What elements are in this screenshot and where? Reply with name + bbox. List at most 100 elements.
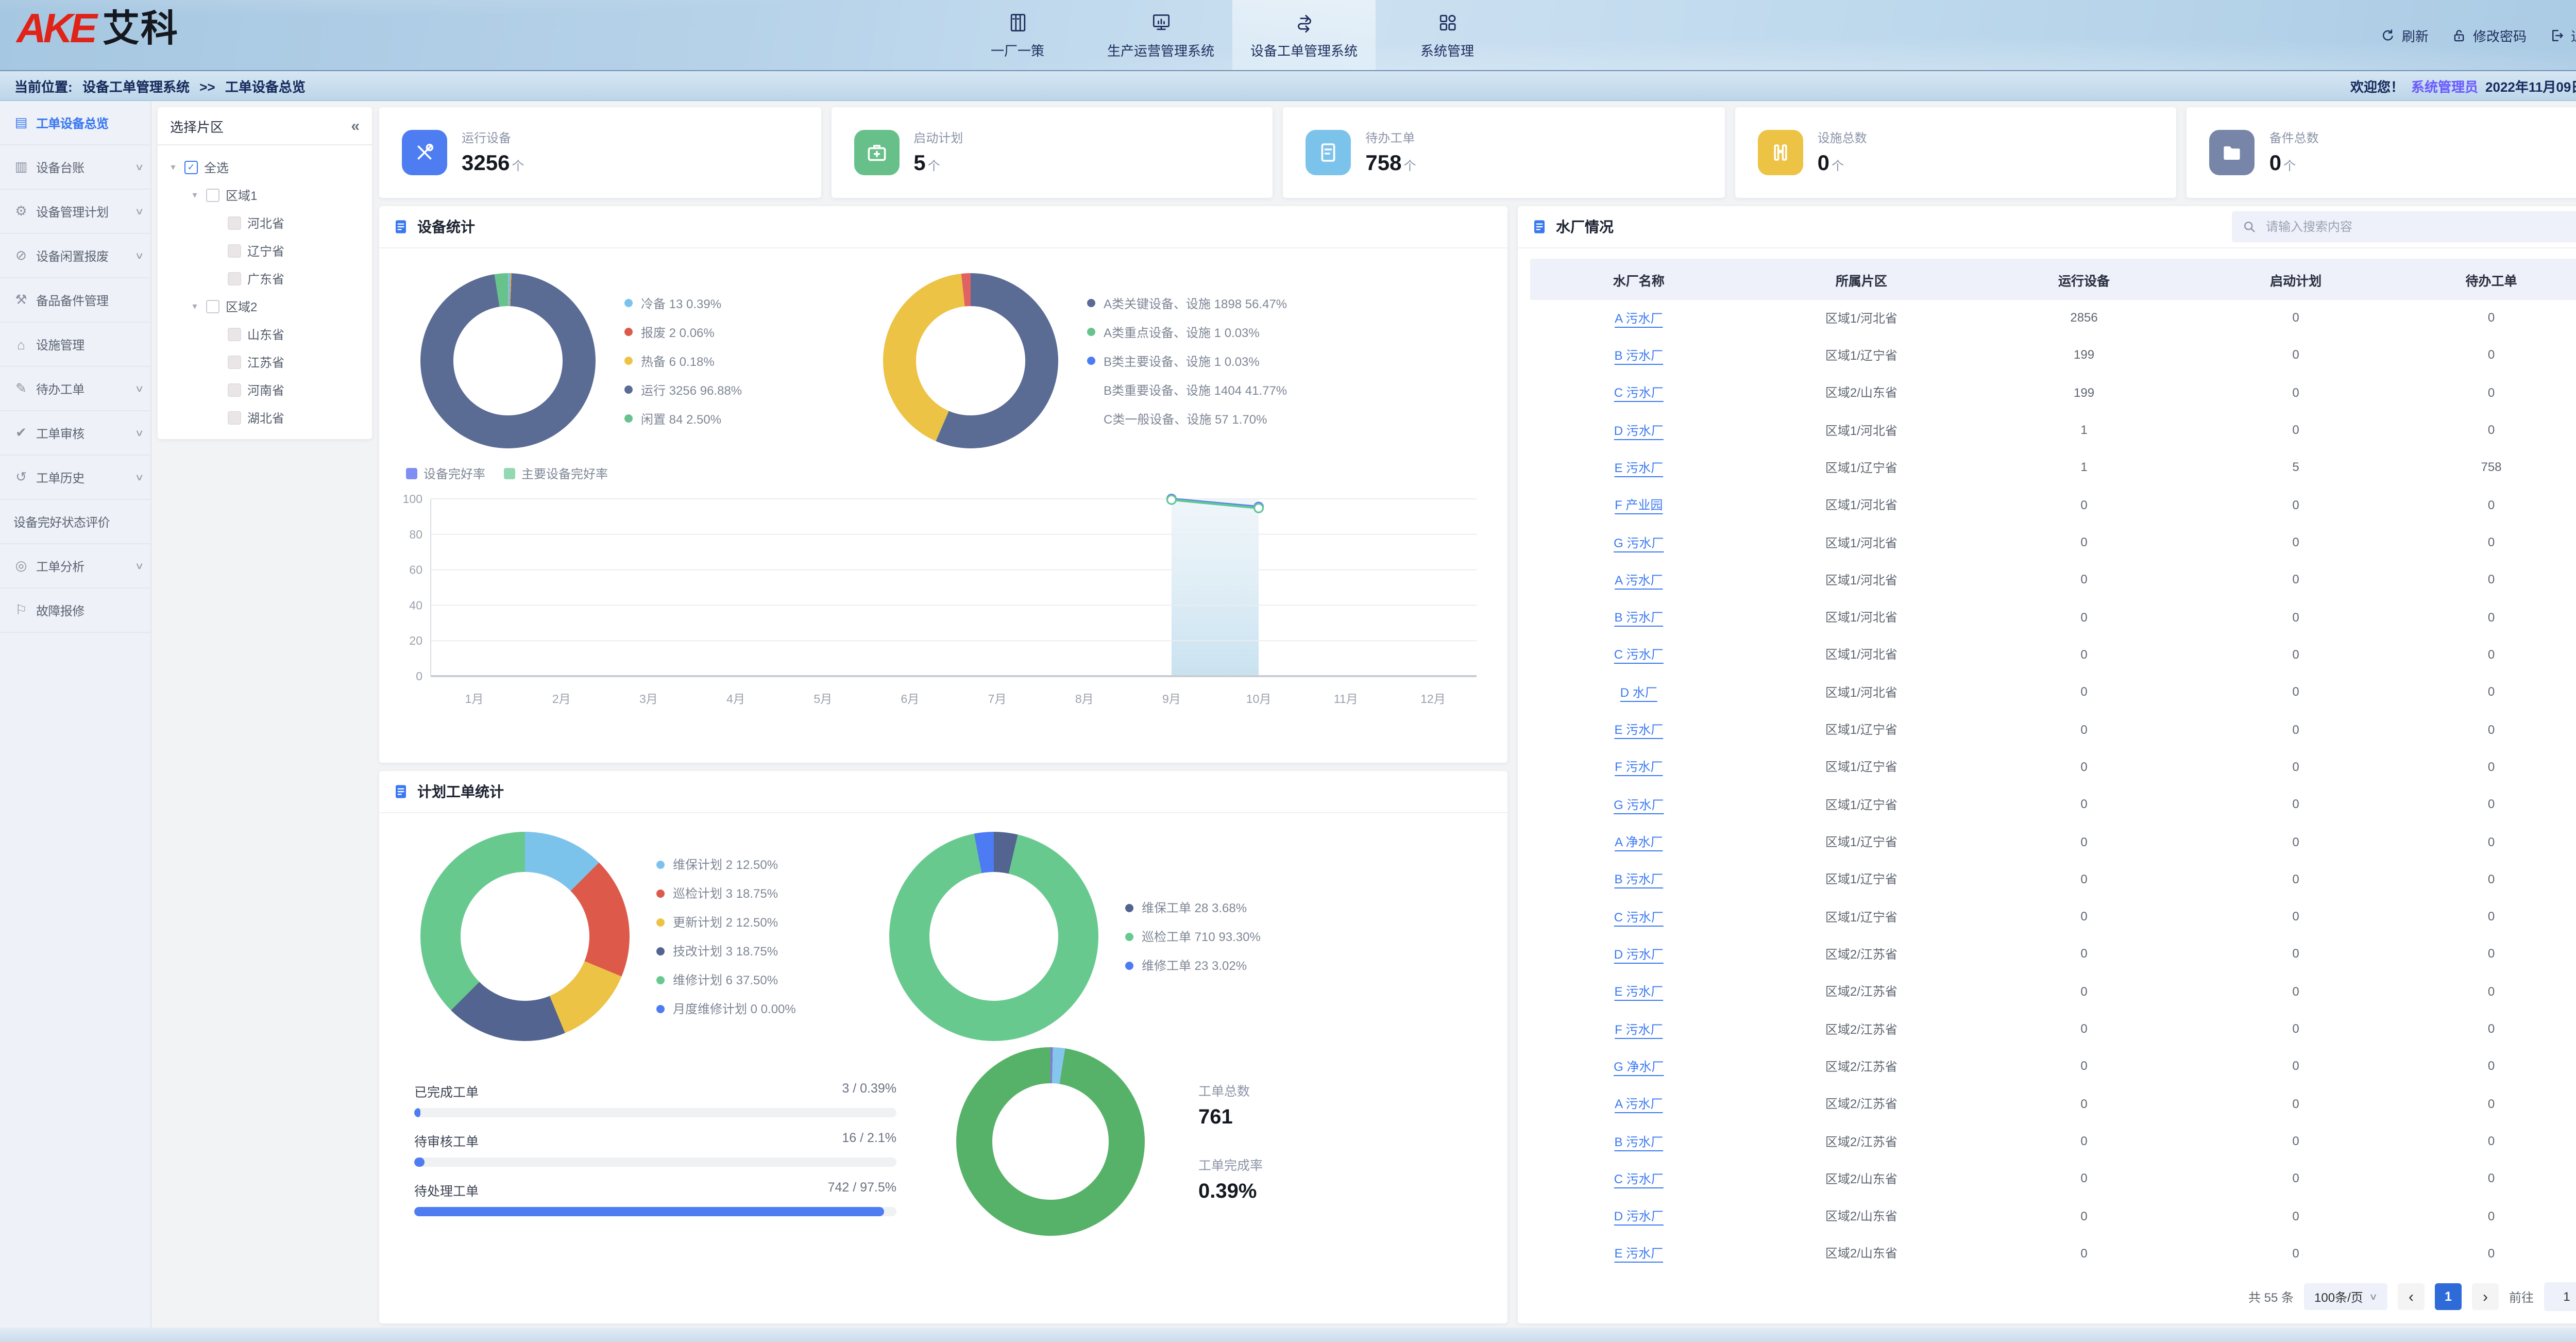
- sidebar-item-9[interactable]: 设备完好状态评价: [0, 500, 150, 544]
- legend-item[interactable]: B类重要设备、设施 1404 41.77%: [1087, 381, 1396, 398]
- plant-name-link[interactable]: C 污水厂: [1614, 648, 1664, 662]
- plant-search-input[interactable]: [2264, 219, 2576, 235]
- checkbox-unchecked[interactable]: [206, 300, 219, 313]
- plant-name-link[interactable]: A 净水厂: [1615, 835, 1663, 849]
- checkbox-disabled[interactable]: [228, 383, 241, 397]
- checkbox-disabled[interactable]: [228, 411, 241, 425]
- nav-tab-cabinet[interactable]: 一厂一策: [946, 0, 1089, 70]
- running-devices-cell: 1: [1975, 423, 2193, 437]
- sidebar-item-10[interactable]: ◎工单分析∨: [0, 544, 150, 589]
- tree-node-9[interactable]: 湖北省: [162, 404, 368, 432]
- checkbox-disabled[interactable]: [228, 356, 241, 369]
- plant-name-link[interactable]: E 污水厂: [1614, 985, 1663, 999]
- checkbox-unchecked[interactable]: [206, 189, 219, 202]
- plant-name-link[interactable]: G 污水厂: [1614, 797, 1664, 812]
- legend-item[interactable]: 运行 3256 96.88%: [624, 381, 856, 398]
- plant-name-link[interactable]: F 污水厂: [1615, 760, 1663, 775]
- nav-tab-grid[interactable]: 系统管理: [1376, 0, 1519, 70]
- refresh-button[interactable]: 刷新: [2380, 25, 2429, 45]
- legend-item[interactable]: 闲置 84 2.50%: [624, 410, 856, 427]
- sidebar-item-0[interactable]: ▤工单设备总览: [0, 101, 150, 145]
- line-legend-item[interactable]: 主要设备完好率: [504, 465, 608, 482]
- legend-item[interactable]: 报废 2 0.06%: [624, 323, 856, 341]
- prev-page-button[interactable]: ‹: [2398, 1283, 2425, 1310]
- tree-node-3[interactable]: 辽宁省: [162, 237, 368, 265]
- tree-node-4[interactable]: 广东省: [162, 265, 368, 293]
- line-legend-item[interactable]: 设备完好率: [406, 465, 485, 482]
- plant-name-link[interactable]: A 污水厂: [1615, 311, 1663, 325]
- next-page-button[interactable]: ›: [2472, 1283, 2499, 1310]
- goto-page-input[interactable]: [2544, 1282, 2576, 1311]
- legend-item[interactable]: A类重点设备、设施 1 0.03%: [1087, 323, 1396, 341]
- legend-item[interactable]: 热备 6 0.18%: [624, 352, 856, 370]
- tree-node-8[interactable]: 河南省: [162, 376, 368, 404]
- plant-name-link[interactable]: E 污水厂: [1614, 461, 1663, 475]
- checkbox-checked[interactable]: ✓: [184, 161, 198, 174]
- tree-caret-icon[interactable]: ▾: [190, 301, 200, 312]
- legend-item[interactable]: 维修工单 23 3.02%: [1125, 957, 1342, 974]
- plant-name-link[interactable]: D 污水厂: [1614, 947, 1664, 962]
- plant-name-link[interactable]: A 污水厂: [1615, 573, 1663, 588]
- plant-name-link[interactable]: F 污水厂: [1615, 1022, 1663, 1036]
- legend-item[interactable]: 巡检计划 3 18.75%: [656, 884, 881, 902]
- plant-name-link[interactable]: G 净水厂: [1614, 1060, 1664, 1074]
- plant-name-link[interactable]: F 产业园: [1615, 498, 1663, 512]
- legend-item[interactable]: 维修计划 6 37.50%: [656, 971, 881, 988]
- tree-node-7[interactable]: 江苏省: [162, 348, 368, 376]
- tree-node-1[interactable]: ▾区域1: [162, 181, 368, 209]
- tree-caret-icon[interactable]: ▾: [168, 162, 178, 173]
- plant-name-link[interactable]: D 水厂: [1620, 685, 1657, 700]
- sidebar-item-5[interactable]: ⌂设施管理: [0, 323, 150, 367]
- checkbox-disabled[interactable]: [228, 272, 241, 286]
- sidebar-item-3[interactable]: ⊘设备闲置报废∨: [0, 234, 150, 278]
- legend-item[interactable]: 维保计划 2 12.50%: [656, 855, 881, 873]
- current-user-link[interactable]: 系统管理员: [2411, 76, 2478, 95]
- checkbox-disabled[interactable]: [228, 244, 241, 258]
- unlock-button[interactable]: 修改密码: [2451, 25, 2527, 45]
- plant-name-link[interactable]: A 污水厂: [1615, 1097, 1663, 1111]
- legend-item[interactable]: 冷备 13 0.39%: [624, 294, 856, 312]
- tree-caret-icon[interactable]: ▾: [190, 190, 200, 201]
- legend-item[interactable]: 更新计划 2 12.50%: [656, 913, 881, 931]
- tree-node-0[interactable]: ▾✓全选: [162, 154, 368, 181]
- plant-name-link[interactable]: G 污水厂: [1614, 535, 1664, 550]
- plant-name-link[interactable]: D 污水厂: [1614, 1209, 1664, 1223]
- sidebar-item-1[interactable]: ▥设备台账∨: [0, 145, 150, 190]
- page-size-select[interactable]: 100条/页 ∨: [2304, 1283, 2387, 1310]
- plant-name-link[interactable]: E 污水厂: [1614, 723, 1663, 737]
- logout-button[interactable]: 退出登录: [2549, 25, 2576, 45]
- legend-item[interactable]: B类主要设备、设施 1 0.03%: [1087, 352, 1396, 370]
- facility-manage-icon: ⌂: [13, 337, 29, 352]
- tree-node-6[interactable]: 山东省: [162, 321, 368, 348]
- checkbox-disabled[interactable]: [228, 328, 241, 341]
- legend-item[interactable]: 巡检工单 710 93.30%: [1125, 928, 1342, 945]
- plant-name-link[interactable]: C 污水厂: [1614, 910, 1664, 924]
- legend-item[interactable]: 技改计划 3 18.75%: [656, 942, 881, 960]
- legend-item[interactable]: C类一般设备、设施 57 1.70%: [1087, 410, 1396, 427]
- current-page-button[interactable]: 1: [2435, 1283, 2462, 1310]
- sidebar-item-7[interactable]: ✔工单审核∨: [0, 411, 150, 456]
- nav-tab-workflow[interactable]: 设备工单管理系统: [1232, 0, 1376, 70]
- plant-name-link[interactable]: C 污水厂: [1614, 386, 1664, 400]
- checkbox-disabled[interactable]: [228, 216, 241, 230]
- legend-item[interactable]: 月度维修计划 0 0.00%: [656, 1000, 881, 1017]
- tree-node-5[interactable]: ▾区域2: [162, 293, 368, 321]
- tree-node-2[interactable]: 河北省: [162, 209, 368, 237]
- started-plans-cell: 0: [2193, 610, 2399, 624]
- legend-item[interactable]: A类关键设备、设施 1898 56.47%: [1087, 294, 1396, 312]
- collapse-panel-icon[interactable]: «: [351, 117, 360, 135]
- sidebar-item-4[interactable]: ⚒备品备件管理: [0, 278, 150, 323]
- plant-name-link[interactable]: D 污水厂: [1614, 423, 1664, 438]
- sidebar-item-11[interactable]: ⚐故障报修: [0, 589, 150, 633]
- sidebar-item-6[interactable]: ✎待办工单∨: [0, 367, 150, 411]
- plant-name-link[interactable]: B 污水厂: [1614, 1134, 1663, 1149]
- plant-name-link[interactable]: B 污水厂: [1614, 610, 1663, 625]
- sidebar-item-8[interactable]: ↺工单历史∨: [0, 456, 150, 500]
- plant-name-link[interactable]: B 污水厂: [1614, 873, 1663, 887]
- sidebar-item-2[interactable]: ⚙设备管理计划∨: [0, 190, 150, 234]
- nav-tab-monitor[interactable]: 生产运营管理系统: [1089, 0, 1232, 70]
- plant-name-link[interactable]: C 污水厂: [1614, 1172, 1664, 1186]
- plant-name-link[interactable]: B 污水厂: [1614, 348, 1663, 363]
- legend-item[interactable]: 维保工单 28 3.68%: [1125, 899, 1342, 916]
- plant-name-link[interactable]: E 污水厂: [1614, 1247, 1663, 1261]
